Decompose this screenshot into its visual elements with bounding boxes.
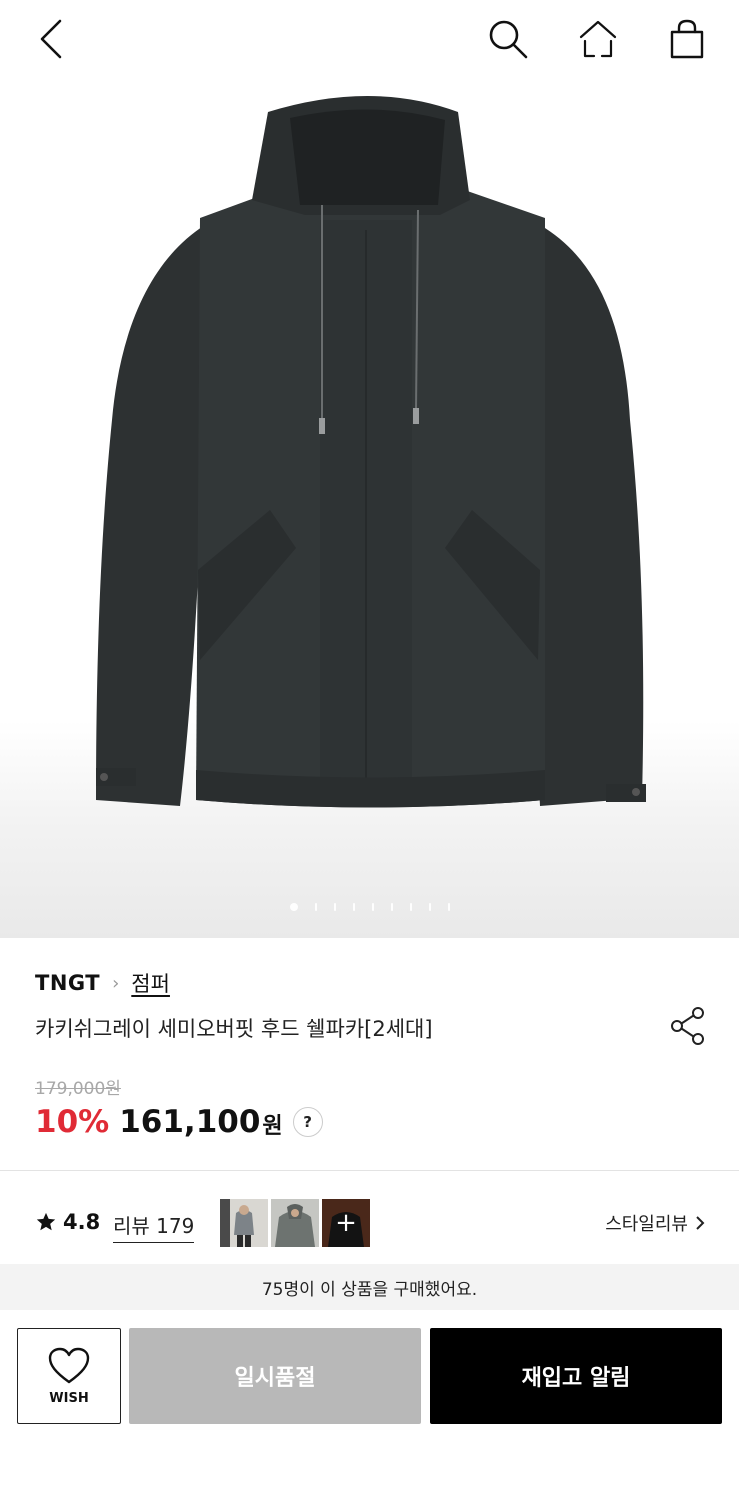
gallery-pagination bbox=[0, 900, 739, 914]
soldout-button: 일시품절 bbox=[129, 1328, 421, 1424]
share-button[interactable] bbox=[666, 1004, 710, 1048]
discount-rate: 10% bbox=[35, 1104, 110, 1140]
rating-value: 4.8 bbox=[63, 1210, 101, 1234]
pagination-dot[interactable] bbox=[352, 903, 355, 911]
review-thumbnails: + bbox=[220, 1199, 370, 1247]
share-icon bbox=[671, 1007, 704, 1045]
top-navigation-bar bbox=[0, 0, 739, 80]
rating: 4.8 bbox=[35, 1210, 100, 1234]
brand-link[interactable]: TNGT bbox=[35, 971, 100, 995]
pagination-dot[interactable] bbox=[428, 903, 431, 911]
home-icon bbox=[579, 20, 617, 58]
review-thumbnail-more[interactable]: + bbox=[322, 1199, 370, 1247]
wish-label: WISH bbox=[49, 1390, 89, 1406]
product-image bbox=[96, 96, 646, 808]
cart-button[interactable] bbox=[662, 14, 712, 64]
product-title: 카키쉬그레이 세미오버핏 후드 쉘파카[2세대] bbox=[35, 1017, 433, 1041]
heart-icon bbox=[48, 1347, 90, 1383]
chevron-left-icon bbox=[40, 19, 62, 59]
restock-alert-button[interactable]: 재입고 알림 bbox=[430, 1328, 722, 1424]
review-count-link[interactable]: 리뷰 179 bbox=[113, 1210, 195, 1243]
pagination-dot[interactable] bbox=[314, 903, 317, 911]
style-review-label: 스타일리뷰 bbox=[605, 1214, 688, 1235]
product-image-gallery[interactable] bbox=[0, 0, 739, 938]
search-button[interactable] bbox=[483, 14, 533, 64]
pagination-dot[interactable] bbox=[409, 903, 412, 911]
review-summary: 4.8 리뷰 179 + 스타일리뷰 bbox=[0, 1196, 739, 1252]
star-icon bbox=[36, 1212, 56, 1231]
home-button[interactable] bbox=[573, 14, 623, 64]
plus-icon: + bbox=[335, 1208, 357, 1238]
category-link[interactable]: 점퍼 bbox=[131, 968, 170, 998]
breadcrumb: TNGT › 점퍼 bbox=[35, 968, 170, 998]
sale-price: 161,100 bbox=[119, 1104, 261, 1140]
pagination-dot[interactable] bbox=[447, 903, 450, 911]
price-help-icon[interactable]: ? bbox=[292, 1107, 323, 1137]
purchase-count-banner: 75명이 이 상품을 구매했어요. bbox=[0, 1264, 739, 1310]
chevron-right-icon: › bbox=[112, 972, 120, 994]
price-row: 10% 161,100 원 ? bbox=[35, 1104, 323, 1140]
bottom-action-bar: WISH 일시품절 재입고 알림 bbox=[0, 1310, 739, 1500]
currency-unit: 원 bbox=[262, 1114, 283, 1139]
wish-button[interactable]: WISH bbox=[17, 1328, 121, 1424]
pagination-dot[interactable] bbox=[289, 903, 298, 911]
pagination-dot[interactable] bbox=[390, 903, 393, 911]
back-button[interactable] bbox=[26, 14, 76, 64]
chevron-right-icon bbox=[696, 1216, 705, 1230]
review-thumbnail[interactable] bbox=[271, 1199, 319, 1247]
pagination-dot[interactable] bbox=[371, 903, 374, 911]
style-review-link[interactable]: 스타일리뷰 bbox=[605, 1210, 706, 1236]
search-icon bbox=[489, 20, 528, 59]
pagination-dot[interactable] bbox=[333, 903, 336, 911]
divider bbox=[0, 1170, 739, 1171]
shopping-bag-icon bbox=[670, 19, 704, 59]
review-thumbnail[interactable] bbox=[220, 1199, 268, 1247]
original-price: 179,000원 bbox=[35, 1079, 121, 1099]
